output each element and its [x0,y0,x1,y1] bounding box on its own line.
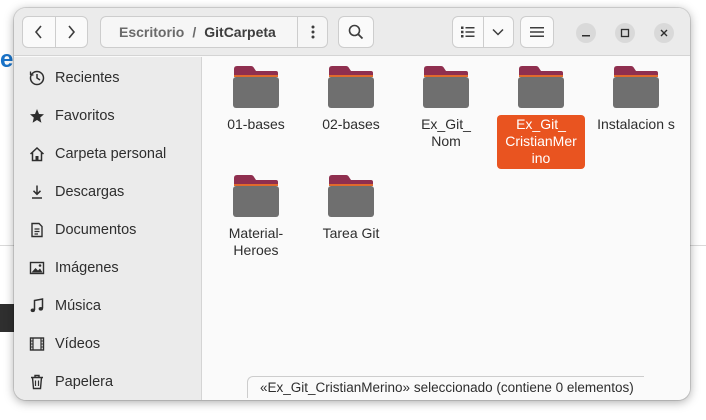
file-grid: 01-bases 02-bases Ex_Git_ Nom Ex_Git_ Crist… [203,57,690,400]
list-view-icon [460,26,475,38]
search-button[interactable] [338,16,374,48]
sidebar-item-recientes[interactable]: Recientes [14,59,202,97]
sidebar-item-label: Papelera [55,374,114,390]
navigation-buttons [22,16,88,48]
home-icon [28,145,46,163]
folder-label: Ex_Git_ Nom [421,116,471,149]
sidebar-item-papelera[interactable]: Papelera [14,363,202,400]
maximize-button[interactable] [615,23,635,43]
close-button[interactable] [654,23,674,43]
search-icon [348,24,364,40]
maximize-icon [620,28,630,38]
folder-label: Material- Heroes [228,225,284,258]
vertical-dots-icon [311,25,314,39]
sidebar-item-documentos[interactable]: Documentos [14,211,202,249]
main-menu-button[interactable] [520,16,554,48]
folder-label: Tarea Git [322,225,380,241]
chevron-left-icon [34,25,42,39]
folder-item[interactable]: 01-bases [212,65,300,135]
folder-item[interactable]: Tarea Git [307,174,395,244]
sidebar-item-imagenes[interactable]: Imágenes [14,249,202,287]
trash-icon [28,373,46,391]
download-icon [28,183,46,201]
view-buttons [452,16,514,48]
sidebar-item-label: Documentos [55,222,137,238]
sidebar-item-label: Música [55,298,101,314]
folder-label: Ex_Git_ CristianMer ino [497,115,585,169]
sidebar-item-label: Favoritos [55,108,115,124]
chevron-right-icon [68,25,76,39]
document-icon [28,221,46,239]
status-bar: «Ex_Git_CristianMerino» seleccionado (co… [247,376,644,398]
hamburger-menu-icon [530,27,544,37]
sidebar-item-label: Recientes [55,70,120,86]
folder-icon [612,65,660,109]
path-segment-escritorio[interactable]: Escritorio [119,24,184,40]
folder-item[interactable]: Material- Heroes [212,174,300,261]
folder-item[interactable]: Ex_Git_ Nom [402,65,490,152]
folder-item[interactable]: Instalacion s [592,65,680,135]
view-options-dropdown[interactable] [482,17,514,47]
headerbar: Escritorio / GitCarpeta [14,8,690,56]
close-icon [660,29,668,37]
folder-item[interactable]: Ex_Git_ CristianMer ino [497,65,585,169]
folder-label: 01-bases [227,116,285,132]
path-bar: Escritorio / GitCarpeta [100,16,328,48]
folder-icon [422,65,470,109]
folder-label: 02-bases [322,116,380,132]
path-menu-button[interactable] [297,17,327,47]
sidebar-item-label: Vídeos [55,336,101,352]
back-button[interactable] [23,17,55,47]
sidebar-item-musica[interactable]: Música [14,287,202,325]
path-separator: / [192,24,197,40]
file-manager-window: Escritorio / GitCarpeta Recientes Favori… [14,8,690,400]
sidebar-item-favoritos[interactable]: Favoritos [14,97,202,135]
sidebar-item-label: Imágenes [55,260,119,276]
video-icon [28,335,46,353]
chevron-down-icon [492,28,504,36]
folder-icon [517,65,565,109]
forward-button[interactable] [54,17,88,47]
folder-icon [327,174,375,218]
minimize-button[interactable] [576,23,596,43]
clock-icon [28,69,46,87]
folder-icon [232,65,280,109]
star-icon [28,107,46,125]
folder-icon [232,174,280,218]
minimize-icon [582,35,590,37]
sidebar-item-carpeta-personal[interactable]: Carpeta personal [14,135,202,173]
path-segment-current[interactable]: GitCarpeta [204,24,276,40]
sidebar-item-label: Descargas [55,184,125,200]
sidebar: Recientes Favoritos Carpeta personal Des… [14,57,202,400]
sidebar-item-descargas[interactable]: Descargas [14,173,202,211]
sidebar-item-label: Carpeta personal [55,146,167,162]
sidebar-item-videos[interactable]: Vídeos [14,325,202,363]
list-view-button[interactable] [453,17,483,47]
image-icon [28,259,46,277]
folder-label: Instalacion s [597,116,675,132]
music-icon [28,297,46,315]
folder-icon [327,65,375,109]
folder-item[interactable]: 02-bases [307,65,395,135]
